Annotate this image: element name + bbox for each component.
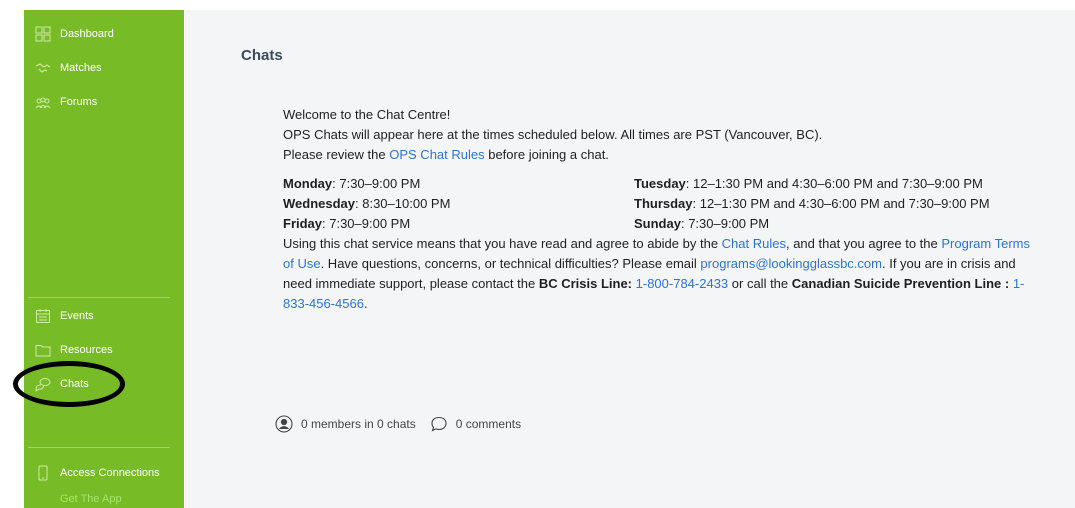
sidebar-item-access-connections[interactable]: Access Connections (34, 464, 160, 482)
terms-text: or call the (728, 276, 792, 291)
rules-note-text: before joining a chat. (484, 147, 609, 162)
rules-note-text: Please review the (283, 147, 390, 162)
sidebar-item-label: Events (60, 310, 94, 322)
sidebar-item-matches[interactable]: Matches (34, 59, 102, 77)
sidebar-item-chats[interactable]: Chats (34, 375, 89, 393)
user-circle-icon (275, 415, 293, 433)
day-name: Sunday (634, 216, 681, 231)
calendar-icon (34, 307, 52, 325)
day-times: : 12–1:30 PM and 4:30–6:00 PM and 7:30–9… (692, 196, 990, 211)
welcome-text: Welcome to the Chat Centre! (283, 107, 451, 122)
comment-bubble-icon (430, 415, 448, 433)
sidebar-item-label: Access Connections (60, 467, 160, 479)
terms-text: . (363, 296, 368, 311)
bc-crisis-line-label: BC Crisis Line: (538, 276, 633, 291)
chat-stats: 0 members in 0 chats 0 comments (275, 415, 535, 433)
day-name: Friday (283, 216, 323, 231)
sidebar-divider (28, 297, 170, 298)
schedule-note: OPS Chats will appear here at the times … (283, 127, 823, 142)
sidebar-item-label: Forums (60, 96, 98, 108)
get-the-app-link[interactable]: Get The App (60, 493, 122, 505)
sidebar-item-label: Matches (60, 62, 102, 74)
day-name: Monday (283, 176, 333, 191)
ops-chat-rules-link[interactable]: OPS Chat Rules (389, 147, 484, 162)
schedule-friday: Friday: 7:30–9:00 PM (283, 214, 634, 234)
day-times: : 7:30–9:00 PM (322, 216, 411, 231)
terms-text: Using this chat service means that you h… (283, 236, 722, 251)
day-times: : 12–1:30 PM and 4:30–6:00 PM and 7:30–9… (685, 176, 983, 191)
suicide-prevention-label: Canadian Suicide Prevention Line : (791, 276, 1010, 291)
main-content: Chats Welcome to the Chat Centre! OPS Ch… (185, 10, 1075, 508)
day-times: : 7:30–9:00 PM (332, 176, 421, 191)
dashboard-grid-icon (34, 25, 52, 43)
comments-count[interactable]: 0 comments (456, 417, 521, 431)
mobile-phone-icon (34, 464, 52, 482)
chat-rules-link[interactable]: Chat Rules (722, 236, 786, 251)
terms-text: , and that you agree to the (785, 236, 942, 251)
members-count: 0 members in 0 chats (301, 417, 416, 431)
schedule-wednesday: Wednesday: 8:30–10:00 PM (283, 194, 634, 214)
day-times: : 8:30–10:00 PM (355, 196, 451, 211)
sidebar-item-events[interactable]: Events (34, 307, 94, 325)
crisis-phone-link[interactable]: 1-800-784-2433 (636, 276, 729, 291)
sidebar-item-label: Resources (60, 344, 113, 356)
sidebar-item-label: Dashboard (60, 28, 114, 40)
chat-bubbles-icon (34, 375, 52, 393)
page-title: Chats (241, 47, 283, 64)
sidebar-divider (28, 447, 170, 448)
schedule-sunday: Sunday: 7:30–9:00 PM (634, 214, 1039, 234)
schedule-tuesday: Tuesday: 12–1:30 PM and 4:30–6:00 PM and… (634, 174, 1039, 194)
sidebar-item-dashboard[interactable]: Dashboard (34, 25, 114, 43)
day-name: Wednesday (283, 196, 356, 211)
day-times: : 7:30–9:00 PM (680, 216, 770, 231)
chat-centre-info: Welcome to the Chat Centre! OPS Chats wi… (283, 105, 1043, 314)
sidebar-item-forums[interactable]: Forums (34, 93, 97, 111)
people-group-icon (34, 93, 52, 111)
sidebar: Dashboard Matches Forums Events Resource… (24, 10, 184, 508)
schedule-grid: Monday: 7:30–9:00 PM Tuesday: 12–1:30 PM… (283, 174, 1043, 234)
schedule-thursday: Thursday: 12–1:30 PM and 4:30–6:00 PM an… (634, 194, 1039, 214)
terms-text: . Have questions, concerns, or technical… (320, 256, 701, 271)
schedule-monday: Monday: 7:30–9:00 PM (283, 174, 634, 194)
handshake-icon (34, 59, 52, 77)
day-name: Tuesday (634, 176, 686, 191)
terms-paragraph: Using this chat service means that you h… (283, 234, 1043, 314)
folder-icon (34, 341, 52, 359)
sidebar-item-label: Chats (60, 378, 89, 390)
sidebar-item-resources[interactable]: Resources (34, 341, 113, 359)
rules-note: Please review the OPS Chat Rules before … (283, 145, 1043, 165)
day-name: Thursday (634, 196, 693, 211)
email-link[interactable]: programs@lookingglassbc.com (700, 256, 882, 271)
